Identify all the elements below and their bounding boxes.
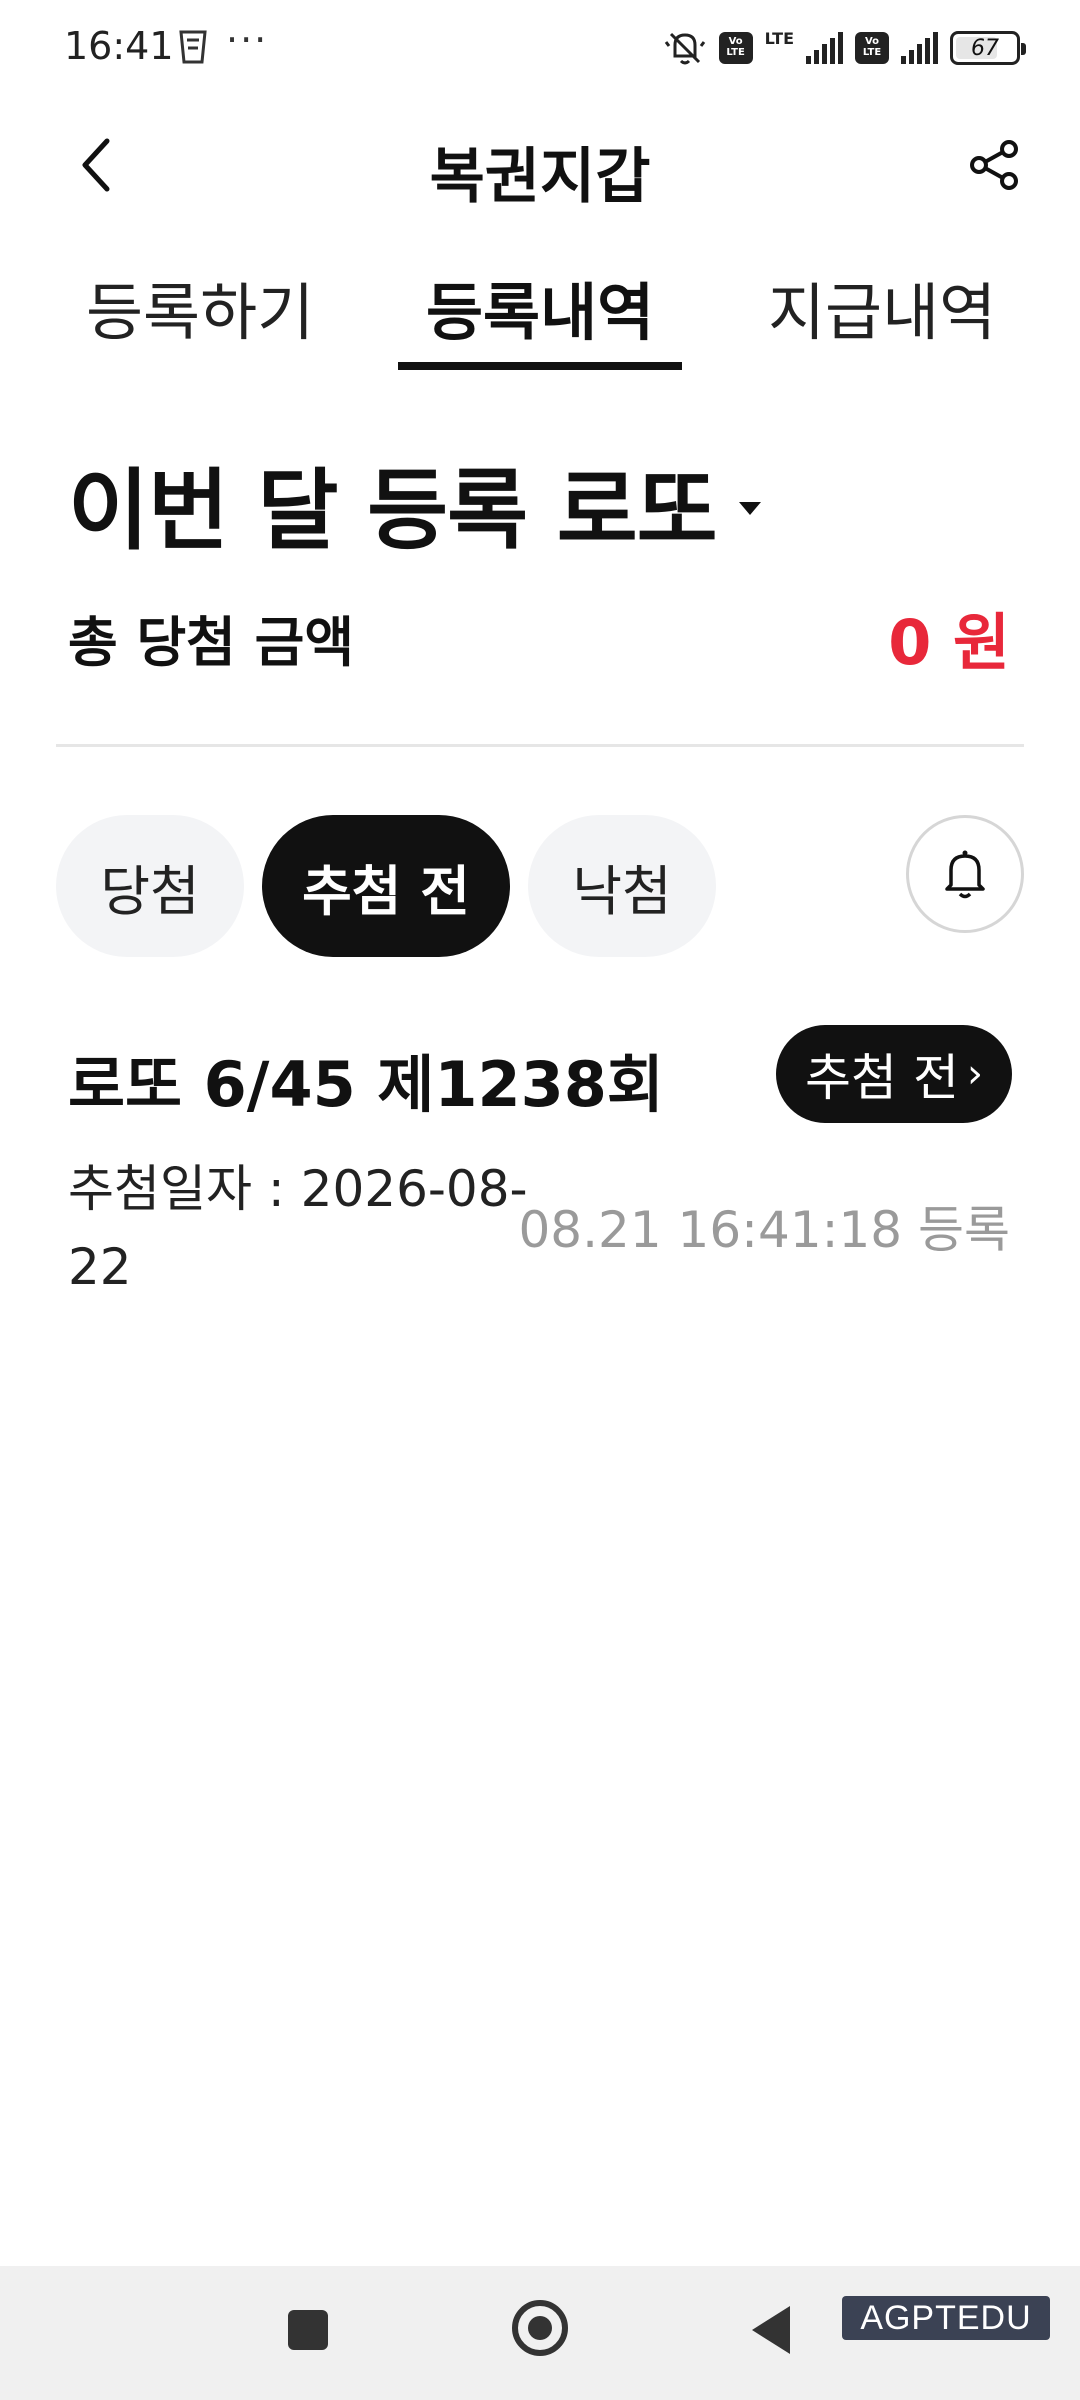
month-title: 이번 달 등록 로또	[68, 459, 718, 562]
mute-bell-icon	[664, 32, 705, 65]
volte-icon-2: Vo LTE	[855, 32, 889, 64]
total-winnings-amount: 0 원	[888, 606, 1010, 679]
battery-level: 67	[971, 35, 999, 61]
back-nav-icon[interactable]	[752, 2306, 790, 2354]
volte-icon: Vo LTE	[718, 32, 753, 64]
lte-label: LTE	[764, 28, 794, 48]
app-notification-icon	[179, 30, 207, 64]
total-winnings-label: 총 당첨 금액	[68, 611, 354, 674]
filter-chip-lose[interactable]: 낙첨	[528, 815, 716, 957]
lotto-entry-title: 로또 6/45 제1238회	[68, 1048, 664, 1121]
system-nav-bar: AGPTEDU	[0, 2266, 1080, 2400]
signal-icon	[806, 32, 843, 64]
tab-history[interactable]: 등록내역	[426, 262, 654, 352]
app-header: 복권지갑	[0, 110, 1080, 220]
filter-chip-pending[interactable]: 추첨 전	[262, 815, 510, 957]
tab-active-indicator	[398, 362, 682, 370]
filter-chip-win[interactable]: 당첨	[56, 815, 244, 957]
chevron-right-icon: ›	[966, 1051, 983, 1097]
watermark: AGPTEDU	[842, 2296, 1050, 2340]
signal-icon-2	[901, 32, 938, 64]
status-bar: 16:41 ··· Vo LTE LTE Vo LTE 67	[0, 0, 1080, 96]
bell-icon	[945, 850, 985, 899]
status-indicators: Vo LTE LTE Vo LTE 67	[663, 26, 1026, 70]
registered-time: 08.21 16:41:18 등록	[518, 1201, 1011, 1259]
battery-icon: 67	[950, 31, 1026, 65]
divider	[56, 744, 1024, 747]
caret-down-icon	[738, 502, 761, 515]
entry-status-label: 추첨 전	[805, 1049, 959, 1107]
share-icon	[970, 140, 1018, 190]
page-title: 복권지갑	[429, 142, 651, 212]
tab-bar: 등록하기 등록내역 지급내역	[0, 250, 1080, 375]
status-time: 16:41	[64, 24, 174, 68]
draw-date: 추첨일자 : 2026-08-22	[68, 1160, 528, 1296]
tab-register[interactable]: 등록하기	[86, 262, 314, 352]
recents-icon[interactable]	[288, 2310, 328, 2350]
month-selector[interactable]: 이번 달 등록 로또	[68, 440, 761, 567]
notification-button[interactable]	[906, 815, 1024, 933]
home-icon[interactable]	[512, 2300, 568, 2356]
tab-payments[interactable]: 지급내역	[768, 262, 996, 352]
share-button[interactable]	[960, 130, 1030, 200]
status-more-icon: ···	[226, 18, 269, 62]
entry-status-button[interactable]: 추첨 전 ›	[776, 1025, 1012, 1123]
